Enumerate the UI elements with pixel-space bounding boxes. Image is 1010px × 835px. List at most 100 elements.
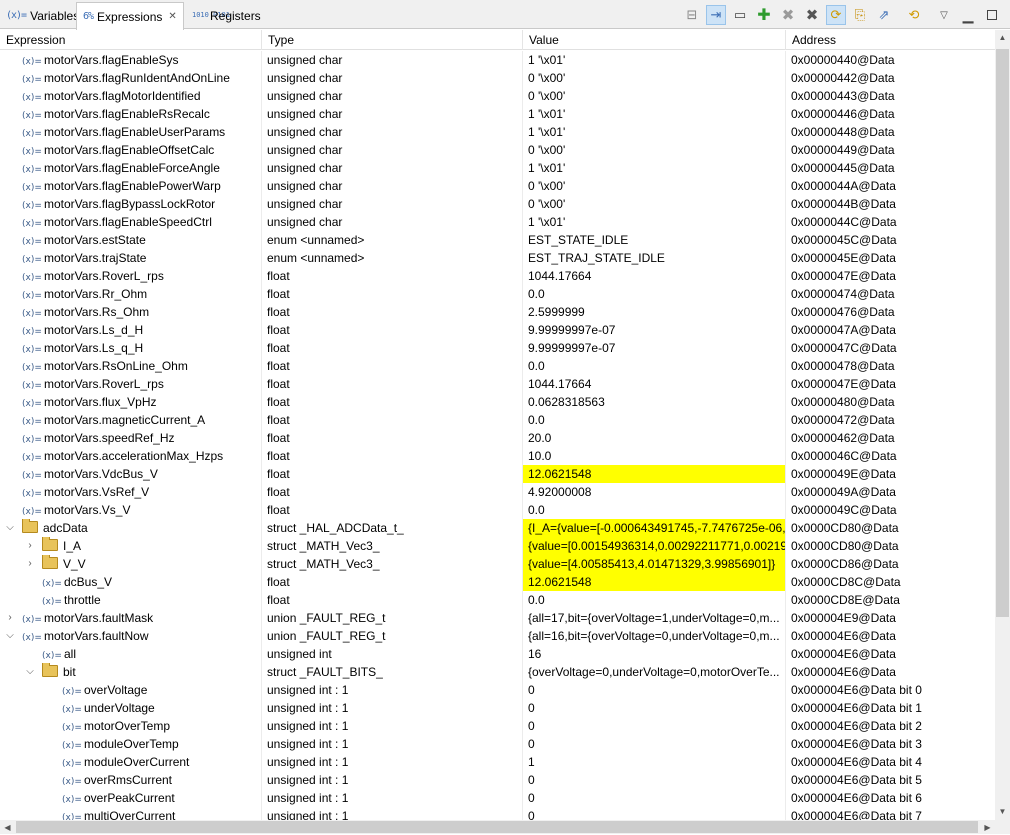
- expression-cell[interactable]: (x)= dcBus_V: [0, 573, 262, 591]
- value-cell[interactable]: 0: [523, 807, 786, 820]
- table-row[interactable]: (x)= motorVars.flux_VpHz float 0.0628318563…: [0, 393, 995, 411]
- expression-cell[interactable]: (x)= motorVars.Ls_d_H: [0, 321, 262, 339]
- table-row[interactable]: (x)= motorVars.magneticCurrent_A float 0.0 0…: [0, 411, 995, 429]
- value-cell[interactable]: {value=[4.00585413,4.01471329,3.99856901…: [523, 555, 786, 573]
- table-row[interactable]: (x)= motorVars.flagEnablePowerWarp unsigne…: [0, 177, 995, 195]
- table-row[interactable]: (x)= motorOverTemp unsigned int : 1 0 0x0000…: [0, 717, 995, 735]
- table-row[interactable]: (x)= motorVars.flagEnableSpeedCtrl unsigne…: [0, 213, 995, 231]
- expression-cell[interactable]: (x)= motorVars.flagMotorIdentified: [0, 87, 262, 105]
- expand-arrow-icon[interactable]: ›: [24, 555, 36, 573]
- scroll-right-icon[interactable]: ▶: [980, 820, 995, 835]
- table-row[interactable]: (x)= motorVars.RoverL_rps float 1044.17664 0…: [0, 267, 995, 285]
- table-row[interactable]: ⌵ adcData struct _HAL_ADCData_t_ {I_A={valu…: [0, 519, 995, 537]
- value-cell[interactable]: {all=16,bit={overVoltage=0,underVoltage=…: [523, 627, 786, 645]
- expression-cell[interactable]: (x)= motorVars.RsOnLine_Ohm: [0, 357, 262, 375]
- tab-registers[interactable]: 1010 0101 Registers: [186, 2, 267, 29]
- minimize-panel-icon[interactable]: ▭: [730, 5, 750, 25]
- tab-expressions[interactable]: 6% Expressions ✕: [76, 2, 184, 30]
- expression-cell[interactable]: (x)= multiOverCurrent: [0, 807, 262, 820]
- table-row[interactable]: (x)= motorVars.Rs_Ohm float 2.5999999 0x0000…: [0, 303, 995, 321]
- scroll-left-icon[interactable]: ◀: [0, 820, 15, 835]
- value-cell[interactable]: 12.0621548: [523, 465, 786, 483]
- value-cell[interactable]: 0 '\x00': [523, 87, 786, 105]
- expression-cell[interactable]: (x)= motorVars.flagEnableOffsetCalc: [0, 141, 262, 159]
- table-row[interactable]: (x)= motorVars.speedRef_Hz float 20.0 0x0000…: [0, 429, 995, 447]
- expression-cell[interactable]: (x)= motorVars.flagEnablePowerWarp: [0, 177, 262, 195]
- table-row[interactable]: (x)= motorVars.VdcBus_V float 12.0621548 0x0…: [0, 465, 995, 483]
- value-cell[interactable]: {value=[0.00154936314,0.00292211771,0.00…: [523, 537, 786, 555]
- table-row[interactable]: (x)= motorVars.VsRef_V float 4.92000008 0x00…: [0, 483, 995, 501]
- table-row[interactable]: (x)= motorVars.accelerationMax_Hzps float 1…: [0, 447, 995, 465]
- add-expression-icon[interactable]: ✚: [754, 5, 774, 25]
- expression-cell[interactable]: (x)= motorVars.Rr_Ohm: [0, 285, 262, 303]
- table-row[interactable]: ⌵ (x)= motorVars.faultNow union _FAULT_REG_…: [0, 627, 995, 645]
- export-icon[interactable]: ⇗: [874, 5, 894, 25]
- value-cell[interactable]: 1 '\x01': [523, 123, 786, 141]
- expression-cell[interactable]: (x)= motorVars.RoverL_rps: [0, 267, 262, 285]
- expression-cell[interactable]: ⌵ (x)= motorVars.faultNow: [0, 627, 262, 645]
- expression-cell[interactable]: (x)= motorVars.flagEnableRsRecalc: [0, 105, 262, 123]
- table-row[interactable]: (x)= motorVars.flagBypassLockRotor unsigne…: [0, 195, 995, 213]
- value-cell[interactable]: 1: [523, 753, 786, 771]
- expression-cell[interactable]: (x)= motorVars.flagEnableForceAngle: [0, 159, 262, 177]
- value-cell[interactable]: 12.0621548: [523, 573, 786, 591]
- table-row[interactable]: (x)= dcBus_V float 12.0621548 0x0000CD8C@Dat…: [0, 573, 995, 591]
- column-header-value[interactable]: Value: [523, 30, 786, 50]
- expression-cell[interactable]: (x)= motorVars.trajState: [0, 249, 262, 267]
- expression-cell[interactable]: (x)= motorVars.Vs_V: [0, 501, 262, 519]
- expression-cell[interactable]: (x)= motorVars.RoverL_rps: [0, 375, 262, 393]
- expand-arrow-icon[interactable]: ›: [24, 537, 36, 555]
- table-row[interactable]: (x)= motorVars.RoverL_rps float 1044.17664 0…: [0, 375, 995, 393]
- table-row[interactable]: (x)= motorVars.Vs_V float 0.0 0x0000049C@Dat…: [0, 501, 995, 519]
- value-cell[interactable]: 0.0: [523, 357, 786, 375]
- expression-cell[interactable]: (x)= motorVars.flagEnableSys: [0, 51, 262, 69]
- table-row[interactable]: (x)= throttle float 0.0 0x0000CD8E@Data: [0, 591, 995, 609]
- expression-cell[interactable]: (x)= motorVars.flagBypassLockRotor: [0, 195, 262, 213]
- column-header-type[interactable]: Type: [262, 30, 523, 50]
- value-cell[interactable]: 0 '\x00': [523, 177, 786, 195]
- table-row[interactable]: (x)= motorVars.RsOnLine_Ohm float 0.0 0x0000…: [0, 357, 995, 375]
- value-cell[interactable]: 1 '\x01': [523, 51, 786, 69]
- expression-cell[interactable]: (x)= motorVars.flux_VpHz: [0, 393, 262, 411]
- expression-cell[interactable]: ⌵ adcData: [0, 519, 262, 537]
- value-cell[interactable]: 1044.17664: [523, 375, 786, 393]
- value-cell[interactable]: 9.99999997e-07: [523, 321, 786, 339]
- table-row[interactable]: (x)= overPeakCurrent unsigned int : 1 0 0x00…: [0, 789, 995, 807]
- value-cell[interactable]: 16: [523, 645, 786, 663]
- table-row[interactable]: (x)= motorVars.Ls_d_H float 9.99999997e-07 0…: [0, 321, 995, 339]
- expression-cell[interactable]: (x)= motorVars.VdcBus_V: [0, 465, 262, 483]
- table-row[interactable]: (x)= moduleOverTemp unsigned int : 1 0 0x000…: [0, 735, 995, 753]
- table-row[interactable]: (x)= motorVars.flagEnableOffsetCalc unsign…: [0, 141, 995, 159]
- value-cell[interactable]: EST_STATE_IDLE: [523, 231, 786, 249]
- expression-cell[interactable]: (x)= motorVars.VsRef_V: [0, 483, 262, 501]
- tab-variables[interactable]: (x)= Variables: [0, 2, 85, 29]
- value-cell[interactable]: 20.0: [523, 429, 786, 447]
- value-cell[interactable]: 1 '\x01': [523, 213, 786, 231]
- value-cell[interactable]: 1044.17664: [523, 267, 786, 285]
- value-cell[interactable]: 0 '\x00': [523, 69, 786, 87]
- scroll-up-icon[interactable]: ▲: [995, 30, 1010, 45]
- expression-cell[interactable]: › (x)= motorVars.faultMask: [0, 609, 262, 627]
- collapse-arrow-icon[interactable]: ⌵: [4, 627, 16, 645]
- maximize-icon[interactable]: [982, 5, 1002, 25]
- value-cell[interactable]: 0: [523, 735, 786, 753]
- new-window-icon[interactable]: ⎘: [850, 5, 870, 25]
- table-row[interactable]: (x)= motorVars.Rr_Ohm float 0.0 0x00000474@D…: [0, 285, 995, 303]
- expression-cell[interactable]: (x)= motorVars.flagEnableSpeedCtrl: [0, 213, 262, 231]
- value-cell[interactable]: 0: [523, 771, 786, 789]
- expression-cell[interactable]: (x)= motorOverTemp: [0, 717, 262, 735]
- value-cell[interactable]: {overVoltage=0,underVoltage=0,motorOverT…: [523, 663, 786, 681]
- table-row[interactable]: (x)= motorVars.flagEnableSys unsigned char…: [0, 51, 995, 69]
- toggle-layout-icon[interactable]: ⇥: [706, 5, 726, 25]
- value-cell[interactable]: 0.0: [523, 411, 786, 429]
- table-row[interactable]: (x)= motorVars.flagEnableForceAngle unsign…: [0, 159, 995, 177]
- value-cell[interactable]: 1 '\x01': [523, 159, 786, 177]
- expression-cell[interactable]: (x)= overVoltage: [0, 681, 262, 699]
- collapse-all-icon[interactable]: ⊟: [682, 5, 702, 25]
- expression-cell[interactable]: (x)= moduleOverCurrent: [0, 753, 262, 771]
- value-cell[interactable]: 0 '\x00': [523, 141, 786, 159]
- close-icon[interactable]: ✕: [168, 11, 176, 22]
- table-row[interactable]: (x)= motorVars.flagEnableRsRecalc unsigned…: [0, 105, 995, 123]
- expression-cell[interactable]: (x)= throttle: [0, 591, 262, 609]
- expression-cell[interactable]: (x)= motorVars.accelerationMax_Hzps: [0, 447, 262, 465]
